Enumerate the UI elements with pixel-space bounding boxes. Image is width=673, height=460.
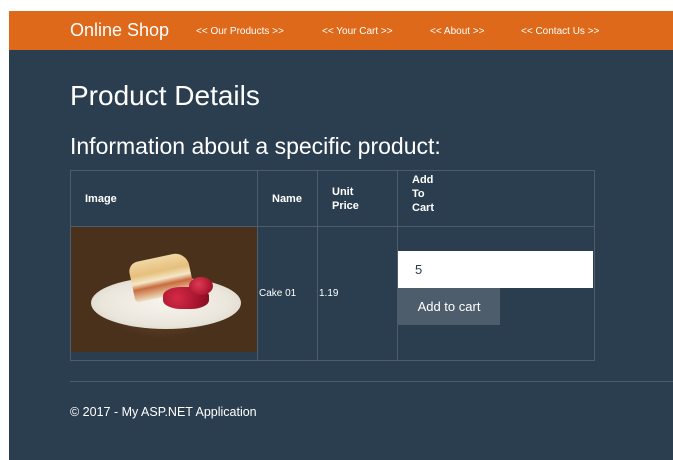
add-to-cart-button[interactable]: Add to cart xyxy=(398,288,500,325)
column-header-add-to-cart: Add To Cart xyxy=(397,170,595,227)
nav-our-products[interactable]: << Our Products >> xyxy=(196,26,284,37)
quantity-input[interactable] xyxy=(398,251,593,288)
table-row: Cake 01 1.19 Add to cart xyxy=(70,226,595,361)
column-header-name: Name xyxy=(257,170,318,227)
brand-link[interactable]: Online Shop xyxy=(70,20,169,41)
unit-price-header-text: Unit Price xyxy=(332,185,359,212)
page-subtitle: Information about a specific product: xyxy=(70,133,441,159)
cake-photo xyxy=(71,227,257,352)
column-header-image: Image xyxy=(70,170,258,227)
raspberries-shape-2 xyxy=(189,277,213,295)
nav-about[interactable]: << About >> xyxy=(430,26,485,37)
add-to-cart-cell: Add to cart xyxy=(397,226,595,361)
navbar: Online Shop << Our Products >> << Your C… xyxy=(9,11,673,50)
product-unit-price: 1.19 xyxy=(317,226,398,361)
nav-your-cart[interactable]: << Your Cart >> xyxy=(322,26,393,37)
footer-divider xyxy=(70,381,673,382)
product-table: Image Name Unit Price Add To Cart Cake 0… xyxy=(70,170,595,361)
table-header-row: Image Name Unit Price Add To Cart xyxy=(70,170,595,227)
app-window: Online Shop << Our Products >> << Your C… xyxy=(9,11,673,460)
nav-contact-us[interactable]: << Contact Us >> xyxy=(521,26,599,37)
product-image-cell xyxy=(70,226,258,361)
product-name: Cake 01 xyxy=(257,226,318,361)
page-title: Product Details xyxy=(70,80,260,111)
add-to-cart-header-text: Add To Cart xyxy=(412,174,435,214)
column-header-unit-price: Unit Price xyxy=(317,170,398,227)
footer-copyright: © 2017 - My ASP.NET Application xyxy=(70,405,257,419)
